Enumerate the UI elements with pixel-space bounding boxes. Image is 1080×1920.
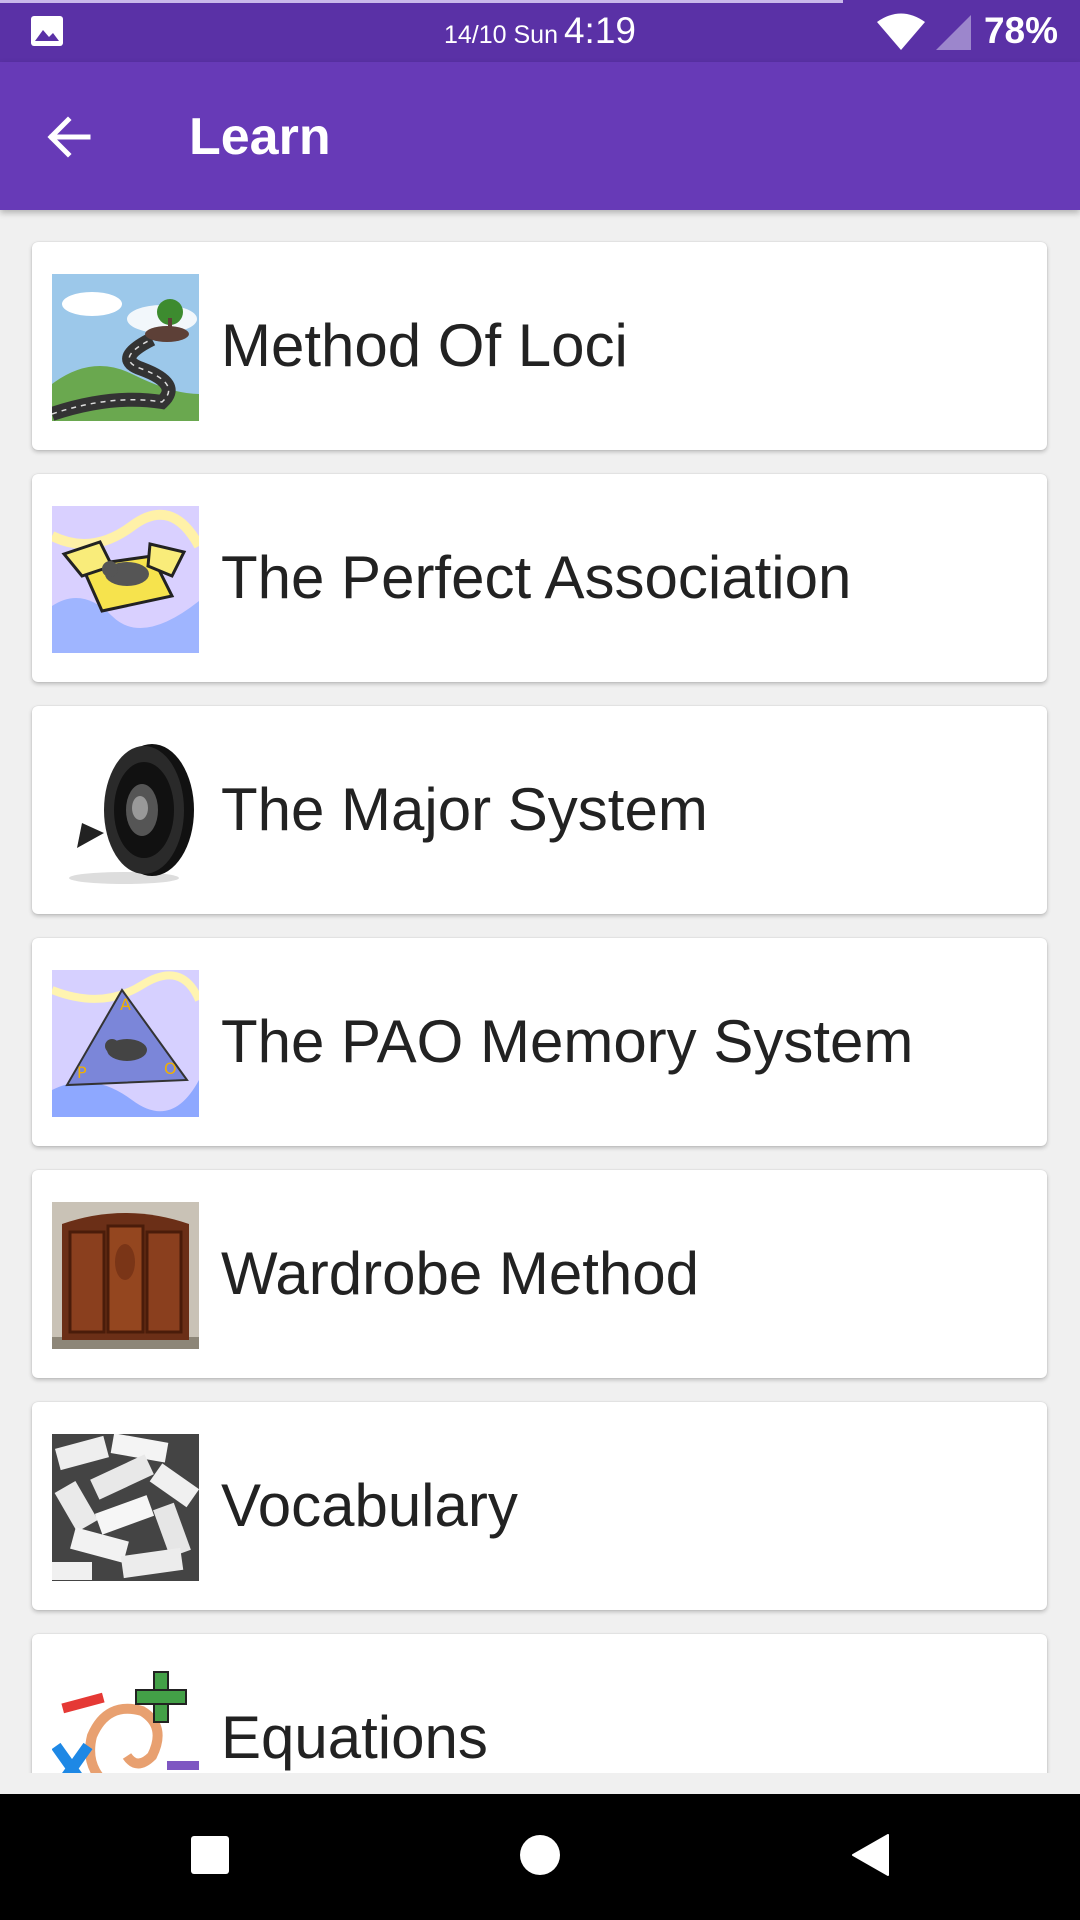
speaker-image	[52, 738, 199, 885]
wifi-icon	[877, 13, 925, 50]
list-item-perfect-association[interactable]: The Perfect Association	[32, 474, 1047, 682]
list-item-vocabulary[interactable]: Vocabulary	[32, 1402, 1047, 1610]
list-item-label: The Perfect Association	[221, 544, 852, 611]
battery-percentage: 78%	[983, 10, 1058, 51]
list-item-label: The PAO Memory System	[221, 1008, 914, 1075]
list-item-label: Wardrobe Method	[221, 1240, 700, 1307]
arrow-back-icon[interactable]	[44, 112, 94, 162]
list-item-label: The Major System	[221, 776, 708, 843]
svg-text:A: A	[120, 995, 131, 1014]
app-bar: Learn	[0, 62, 1080, 210]
list-item-wardrobe-method[interactable]: Wardrobe Method	[32, 1170, 1047, 1378]
home-circle-icon[interactable]	[519, 1834, 561, 1876]
math-symbols-image	[52, 1666, 199, 1773]
status-progress-line	[0, 0, 843, 3]
back-triangle-icon[interactable]	[851, 1834, 889, 1876]
list-item-label: Equations	[221, 1704, 488, 1771]
status-date: 14/10 Sun	[443, 21, 558, 49]
box-elephant-image	[52, 506, 199, 653]
svg-text:P: P	[77, 1063, 87, 1082]
word-clippings-image	[52, 1434, 199, 1581]
list-item-equations[interactable]: Equations	[32, 1634, 1047, 1773]
recents-square-icon[interactable]	[191, 1836, 229, 1874]
list-item-label: Method Of Loci	[221, 312, 628, 379]
wardrobe-image	[52, 1202, 199, 1349]
list-item-major-system[interactable]: The Major System	[32, 706, 1047, 914]
signal-icon	[936, 15, 971, 50]
pao-pyramid-image: A P O	[52, 970, 199, 1117]
status-bar: 14/10 Sun 4:19 78%	[0, 0, 1080, 62]
lesson-list: Method Of Loci The Perfect Association T…	[0, 210, 1080, 1773]
svg-text:O: O	[164, 1059, 177, 1078]
list-item-label: Vocabulary	[221, 1472, 518, 1539]
winding-road-image	[52, 274, 199, 421]
page-title: Learn	[189, 108, 331, 166]
navigation-bar	[0, 1794, 1080, 1920]
list-item-pao-memory-system[interactable]: A P O The PAO Memory System	[32, 938, 1047, 1146]
list-item-method-of-loci[interactable]: Method Of Loci	[32, 242, 1047, 450]
status-time: 4:19	[563, 10, 636, 51]
